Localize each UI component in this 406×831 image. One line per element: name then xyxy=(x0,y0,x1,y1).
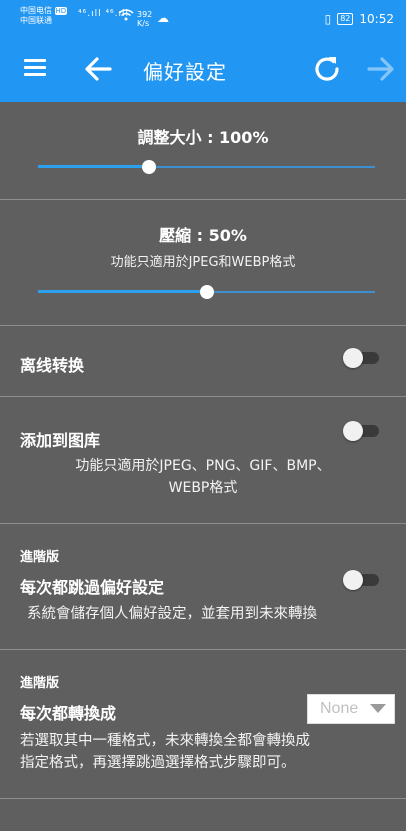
gallery-note-line2: WEBP格式 xyxy=(168,480,238,496)
carrier-info: 中国电信 HD 中国联通 xyxy=(20,6,68,26)
convert-to-label: 每次都轉換成 xyxy=(20,704,117,723)
resize-label: 調整大小 : 100% xyxy=(137,128,269,147)
convert-to-desc-line1: 若選取其中一種格式，未來轉換全都會轉換成 xyxy=(20,733,310,749)
skip-pref-badge: 進階版 xyxy=(20,550,60,565)
convert-to-desc: 若選取其中一種格式，未來轉換全都會轉換成 指定格式，再選擇跳過選擇格式步驟即可。 xyxy=(20,730,310,774)
chevron-down-icon xyxy=(370,704,386,713)
convert-to-section: 進階版 每次都轉換成 None 若選取其中一種格式，未來轉換全都會轉換成 指定格… xyxy=(0,650,406,799)
resize-section: 調整大小 : 100% xyxy=(0,102,406,200)
wifi-icon xyxy=(118,9,134,24)
format-dropdown-value: None xyxy=(320,700,359,717)
skip-pref-label: 每次都跳過偏好設定 xyxy=(20,578,165,597)
compress-label: 壓縮 : 50% xyxy=(159,226,247,245)
menu-icon[interactable] xyxy=(24,59,46,77)
cloud-icon: ☁ xyxy=(157,11,169,25)
skip-pref-section: 進階版 每次都跳過偏好設定 系統會儲存個人偏好設定，並套用到未來轉換 xyxy=(0,524,406,650)
resize-slider[interactable] xyxy=(38,157,375,177)
convert-to-desc-line2: 指定格式，再選擇跳過選擇格式步驟即可。 xyxy=(20,755,296,771)
battery-indicator: 82 xyxy=(337,13,354,25)
compress-slider-fill xyxy=(38,290,207,293)
status-right: ▯ 82 10:52 xyxy=(325,12,394,26)
network-speed: 392 K/s xyxy=(137,10,152,28)
compress-slider-thumb[interactable] xyxy=(199,285,214,299)
hd-badge: HD xyxy=(54,7,68,15)
resize-slider-fill xyxy=(38,165,150,168)
offline-label: 离线转换 xyxy=(20,356,85,375)
compress-slider[interactable] xyxy=(38,282,375,302)
app-bar: 偏好設定 xyxy=(0,36,406,102)
compress-note: 功能只適用於JPEG和WEBP格式 xyxy=(110,255,296,270)
carrier1-label: 中国电信 xyxy=(20,6,52,15)
reset-icon[interactable] xyxy=(311,53,343,85)
gallery-toggle[interactable] xyxy=(343,421,381,441)
skip-pref-toggle[interactable] xyxy=(343,570,381,590)
status-bar: 中国电信 HD 中国联通 ⁴⁶.ıll ⁴⁶.ıll 392 K/s ☁ ▯ 8… xyxy=(0,0,406,36)
carrier2-label: 中国联通 xyxy=(20,16,52,25)
compress-section: 壓縮 : 50% 功能只適用於JPEG和WEBP格式 xyxy=(0,200,406,326)
offline-toggle[interactable] xyxy=(343,348,381,368)
gallery-section: 添加到图库 功能只適用於JPEG、PNG、GIF、BMP、 WEBP格式 xyxy=(0,397,406,524)
vibrate-icon: ▯ xyxy=(324,12,332,26)
skip-pref-desc: 系統會儲存個人偏好設定，並套用到未來轉換 xyxy=(27,606,317,622)
speed-value: 392 xyxy=(137,10,153,19)
gallery-note-line1: 功能只適用於JPEG、PNG、GIF、BMP、 xyxy=(75,458,331,474)
back-arrow-icon[interactable] xyxy=(84,56,112,82)
page-title: 偏好設定 xyxy=(143,60,227,84)
speed-unit: K/s xyxy=(137,19,150,28)
forward-arrow-icon[interactable] xyxy=(367,56,395,82)
resize-slider-thumb[interactable] xyxy=(142,160,157,174)
offline-section: 离线转换 xyxy=(0,326,406,397)
format-dropdown[interactable]: None xyxy=(307,694,395,724)
gallery-note: 功能只適用於JPEG、PNG、GIF、BMP、 WEBP格式 xyxy=(0,455,406,499)
clock: 10:52 xyxy=(359,12,394,26)
gallery-label: 添加到图库 xyxy=(20,431,101,450)
convert-to-badge: 進階版 xyxy=(20,676,60,691)
